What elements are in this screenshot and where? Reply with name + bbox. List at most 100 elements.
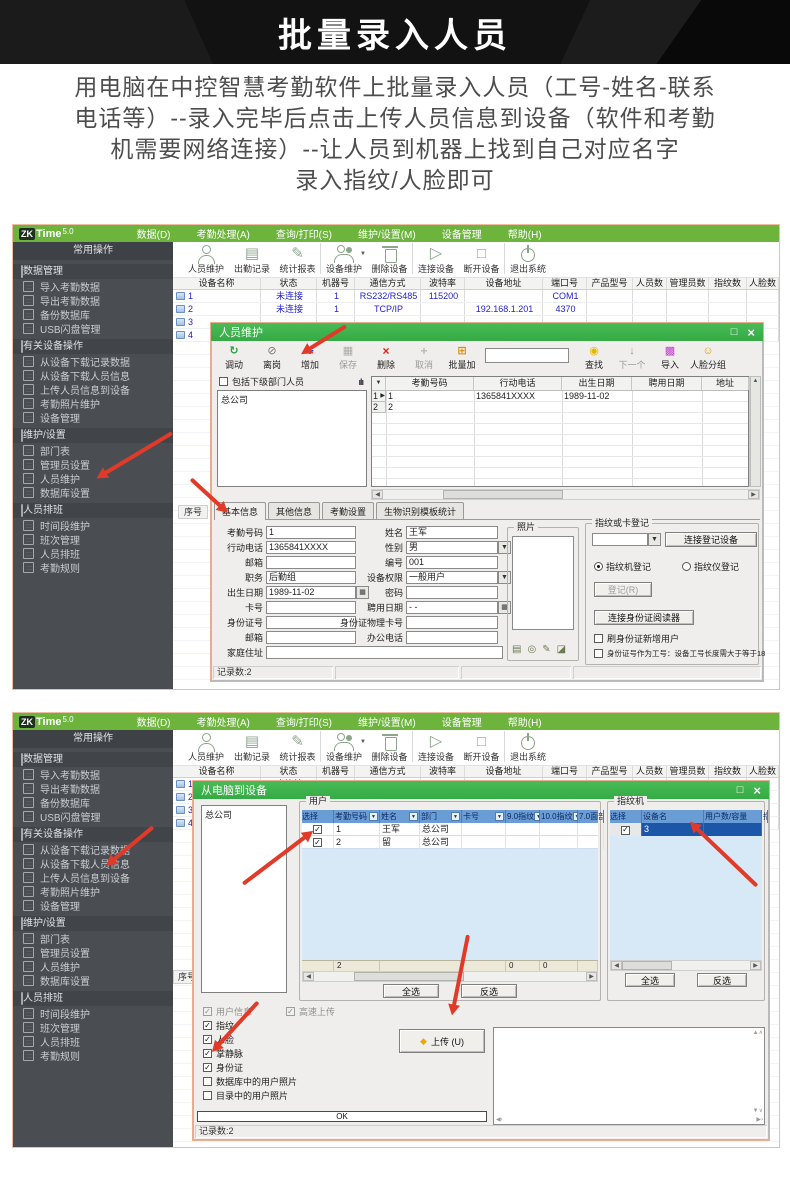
column-filter-icon[interactable]: ▼ bbox=[409, 812, 418, 821]
tab[interactable]: 生物识别模板统计 bbox=[376, 502, 464, 519]
invert-selection-button[interactable]: 反选 bbox=[461, 984, 517, 998]
scroll-left-icon[interactable] bbox=[372, 490, 383, 499]
row-checkbox[interactable]: ✓ bbox=[621, 826, 630, 835]
menu-item[interactable]: 数据(D) bbox=[124, 714, 184, 729]
dialog-toolbar-button[interactable]: ▩ 导入 bbox=[651, 345, 689, 371]
sidebar-entry[interactable]: 导入考勤数据 bbox=[13, 279, 173, 293]
device-column-header[interactable]: 设备地址 bbox=[465, 766, 543, 777]
device-column-header[interactable]: 选择 bbox=[610, 810, 642, 823]
toolbar-button[interactable]: 断开设备 bbox=[459, 243, 505, 274]
device-row[interactable]: 1 未连接 1 RS232/RS485 115200 COM1 bbox=[173, 290, 779, 303]
register-button[interactable]: 登记(R) bbox=[594, 582, 652, 597]
maximize-icon[interactable] bbox=[731, 326, 738, 338]
dialog-toolbar-button[interactable]: ☺ 人脸分组 bbox=[689, 345, 727, 371]
scroll-up-icon[interactable] bbox=[750, 376, 761, 487]
toolbar-button[interactable]: 人员维护 bbox=[183, 243, 229, 274]
grid-column-header[interactable]: 考勤号码 bbox=[386, 377, 474, 390]
sidebar-entry[interactable]: 维护/设置 bbox=[13, 428, 173, 443]
scroll-left-icon[interactable] bbox=[611, 961, 622, 970]
tree-node[interactable]: 总公司 bbox=[205, 808, 283, 821]
field-input[interactable]: 一般用户 bbox=[406, 571, 498, 584]
include-sub-dept-checkbox[interactable]: 包括下级部门人员 ılı bbox=[219, 375, 367, 388]
device-column-header[interactable]: 波特率 bbox=[421, 278, 465, 289]
menu-item[interactable]: 查询/打印(S) bbox=[263, 714, 345, 729]
grid-column-header[interactable]: 出生日期 bbox=[562, 377, 632, 390]
connect-registration-device-button[interactable]: 连接登记设备 bbox=[665, 532, 757, 547]
device-column-header[interactable]: 端口号 bbox=[543, 278, 587, 289]
upload-option-checkbox[interactable]: 数据库中的用户照片 bbox=[203, 1075, 297, 1088]
scroll-right-icon[interactable] bbox=[586, 972, 597, 981]
user-row[interactable]: ✓ 1 王军 总公司 bbox=[302, 823, 598, 836]
menu-item[interactable]: 设备管理 bbox=[429, 714, 495, 729]
dialog-toolbar-button[interactable]: × 删除 bbox=[367, 345, 405, 371]
toolbar-button[interactable]: 统计报表 bbox=[275, 731, 321, 762]
sidebar-entry[interactable]: 导出考勤数据 bbox=[13, 781, 173, 795]
field-input[interactable] bbox=[406, 616, 498, 629]
toolbar-button[interactable]: 连接设备 bbox=[413, 731, 459, 762]
user-column-header[interactable]: 卡号 ▼ bbox=[462, 810, 506, 823]
toolbar-button[interactable]: 出勤记录 bbox=[229, 731, 275, 762]
menu-item[interactable]: 帮助(H) bbox=[495, 226, 555, 241]
toolbar-button[interactable]: 连接设备 bbox=[413, 243, 459, 274]
dropdown-arrow-icon[interactable]: ▼ bbox=[648, 533, 661, 546]
user-column-header[interactable]: 考勤号码 ▼ bbox=[334, 810, 380, 823]
menu-item[interactable]: 查询/打印(S) bbox=[263, 226, 345, 241]
device-horizontal-scrollbar[interactable] bbox=[610, 960, 762, 971]
toolbar-button[interactable]: 设备维护 bbox=[321, 731, 367, 762]
sidebar-entry[interactable]: 维护/设置 bbox=[13, 916, 173, 931]
tab[interactable]: 其他信息 bbox=[268, 502, 320, 519]
sidebar-entry[interactable]: 时间段维护 bbox=[13, 1006, 173, 1020]
close-icon[interactable] bbox=[747, 325, 755, 340]
sidebar-entry[interactable]: 导入考勤数据 bbox=[13, 767, 173, 781]
upload-option-checkbox[interactable]: ✓ 身份证 bbox=[203, 1061, 297, 1074]
sidebar-entry[interactable]: 备份数据库 bbox=[13, 795, 173, 809]
grid-column-header[interactable]: ▼ bbox=[372, 377, 386, 390]
dialog-toolbar-button[interactable]: ⊘ 离岗 bbox=[253, 345, 291, 371]
menu-item[interactable]: 考勤处理(A) bbox=[184, 226, 263, 241]
sidebar-entry[interactable]: 设备管理 bbox=[13, 410, 173, 424]
menu-item[interactable]: 帮助(H) bbox=[495, 714, 555, 729]
scrollbar-thumb[interactable] bbox=[622, 961, 672, 970]
device-column-header[interactable]: 状态 bbox=[261, 766, 317, 777]
field-input[interactable]: - - bbox=[406, 601, 498, 614]
upload-option-checkbox[interactable]: 目录中的用户照片 bbox=[203, 1089, 297, 1102]
device-column-header[interactable]: 管理员数 bbox=[667, 278, 709, 289]
column-filter-icon[interactable]: ▼ bbox=[495, 812, 504, 821]
user-column-header[interactable]: 10.0指纹 ▼ bbox=[540, 810, 578, 823]
user-row[interactable]: ✓ 2 留 总公司 bbox=[302, 836, 598, 849]
sidebar-entry[interactable]: 考勤照片维护 bbox=[13, 884, 173, 898]
menu-item[interactable]: 考勤处理(A) bbox=[184, 714, 263, 729]
personnel-grid-row[interactable]: 1▶ 1 1365841XXXX 1989-11-02 bbox=[372, 391, 748, 402]
sidebar-entry[interactable]: 时间段维护 bbox=[13, 518, 173, 532]
department-tree[interactable]: 总公司 bbox=[201, 805, 287, 993]
sidebar-entry[interactable]: 设备管理 bbox=[13, 898, 173, 912]
id-as-workno-checkbox[interactable]: 身份证号作为工号：设备工号长度需大于等于18 bbox=[594, 648, 765, 659]
toolbar-button[interactable]: 删除设备 bbox=[367, 243, 413, 274]
sidebar-entry[interactable]: 考勤规则 bbox=[13, 1048, 173, 1062]
dialog-toolbar-button[interactable]: ▦ 保存 bbox=[329, 345, 367, 371]
select-all-button[interactable]: 全选 bbox=[383, 984, 439, 998]
sidebar-entry[interactable]: 从设备下载记录数据 bbox=[13, 842, 173, 856]
sidebar-entry[interactable]: 人员排班 bbox=[13, 546, 173, 560]
scroll-down-icon[interactable]: ∨ bbox=[753, 1107, 763, 1114]
device-column-header[interactable]: 用户数/容量 bbox=[704, 810, 762, 823]
sidebar-entry[interactable]: 从设备下载记录数据 bbox=[13, 354, 173, 368]
device-row[interactable]: 2 未连接 1 TCP/IP 192.168.1.201 4370 bbox=[173, 303, 779, 316]
device-column-header[interactable]: 产品型号 bbox=[587, 766, 633, 777]
device-column-header[interactable]: 机器号 bbox=[317, 766, 355, 777]
user-column-header[interactable]: 姓名 ▼ bbox=[380, 810, 420, 823]
maximize-icon[interactable] bbox=[737, 784, 744, 796]
sidebar-entry[interactable]: 导出考勤数据 bbox=[13, 293, 173, 307]
menu-item[interactable]: 维护/设置(M) bbox=[345, 226, 429, 241]
search-input[interactable] bbox=[485, 348, 569, 363]
camera-icon[interactable]: ◎ bbox=[527, 644, 536, 655]
menu-item[interactable]: 维护/设置(M) bbox=[345, 714, 429, 729]
column-filter-icon[interactable]: ▼ bbox=[451, 812, 460, 821]
field-input[interactable]: 王军 bbox=[406, 526, 498, 539]
upload-button[interactable]: ◆ 上传 (U) bbox=[399, 1029, 485, 1053]
org-chart-icon[interactable]: ılı bbox=[358, 377, 363, 387]
tree-node[interactable]: 总公司 bbox=[221, 393, 363, 406]
dialog-toolbar-button[interactable]: ◉ 查找 bbox=[575, 345, 613, 371]
user-horizontal-scrollbar[interactable] bbox=[302, 971, 598, 982]
sidebar-entry[interactable]: 数据库设置 bbox=[13, 973, 173, 987]
